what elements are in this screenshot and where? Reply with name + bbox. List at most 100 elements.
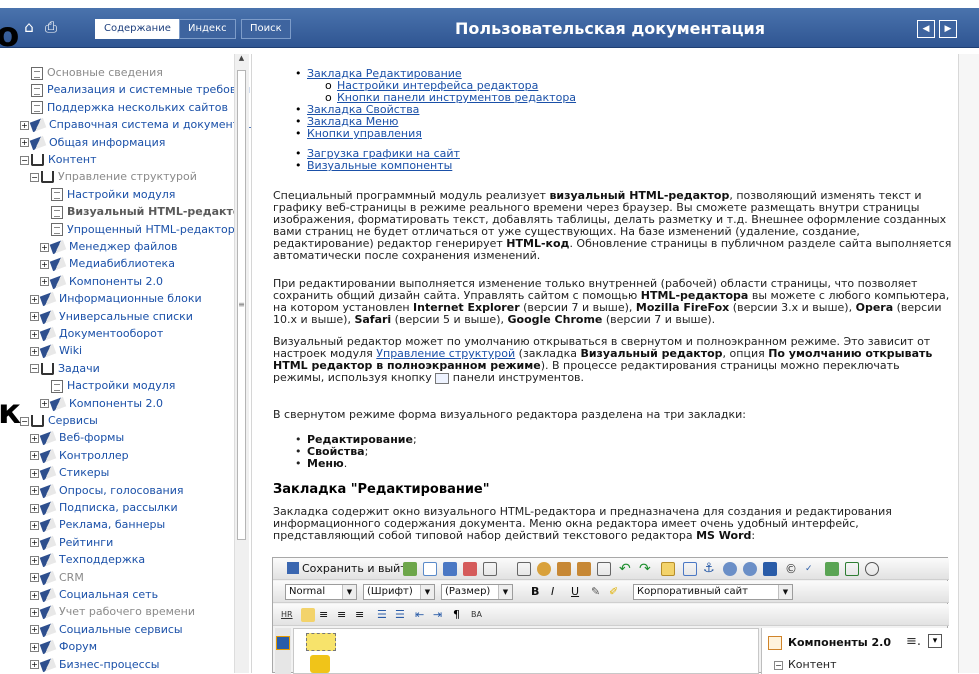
components-tree-item[interactable]: − Контент	[774, 658, 837, 671]
tree-item[interactable]: + Рейтинги	[30, 534, 113, 551]
next-page-button[interactable]: ▶	[939, 20, 957, 38]
size-select[interactable]: (Размер) ▼	[441, 584, 513, 600]
highlight-icon[interactable]: ✐	[609, 585, 623, 599]
scroll-up-icon[interactable]: ▲	[236, 54, 247, 64]
toolbar-icon[interactable]	[597, 562, 611, 576]
expand-icon[interactable]: +	[30, 451, 39, 461]
tree-item[interactable]: + Реклама, баннеры	[30, 516, 165, 533]
expand-icon[interactable]: +	[30, 486, 39, 496]
collapse-icon[interactable]: −	[774, 661, 783, 670]
expand-icon[interactable]: +	[30, 468, 39, 478]
prev-page-button[interactable]: ◀	[917, 20, 935, 38]
tree-item[interactable]: Настройки модуля	[51, 186, 175, 203]
tree-item[interactable]: + Документооборот	[30, 325, 163, 342]
editor-canvas[interactable]	[293, 628, 759, 674]
tree-item[interactable]: Упрощенный HTML-редактор	[51, 221, 235, 238]
expand-icon[interactable]: +	[30, 329, 39, 339]
expand-icon[interactable]: +	[30, 573, 39, 583]
align-right-icon[interactable]: ≡	[337, 608, 351, 622]
new-page-icon[interactable]	[423, 562, 437, 576]
unlink-icon[interactable]	[743, 562, 757, 576]
tree-item[interactable]: + Социальная сеть	[30, 586, 158, 603]
underline-button[interactable]: U	[571, 584, 579, 600]
italic-button[interactable]: I	[551, 584, 554, 600]
tab-search[interactable]: Поиск	[241, 19, 291, 39]
anchor-icon[interactable]: ⚓	[703, 562, 717, 576]
expand-icon[interactable]: +	[20, 138, 29, 148]
expand-icon[interactable]: +	[30, 433, 39, 443]
expand-icon[interactable]: +	[30, 590, 39, 600]
align-center-icon[interactable]: ≡	[319, 608, 333, 622]
tree-item[interactable]: Визуальный HTML-редактор	[51, 203, 248, 220]
expand-icon[interactable]: +	[30, 607, 39, 617]
toolbar-icon[interactable]	[845, 562, 859, 576]
expand-icon[interactable]: +	[30, 642, 39, 652]
toolbar-icon[interactable]	[403, 562, 417, 576]
expand-icon[interactable]: +	[30, 625, 39, 635]
toolbar-icon[interactable]	[865, 562, 879, 576]
tab-contents[interactable]: Содержание	[95, 19, 180, 39]
table-icon[interactable]	[683, 562, 697, 576]
expand-icon[interactable]: +	[30, 294, 39, 304]
paste-icon[interactable]	[557, 562, 571, 576]
expand-icon[interactable]: +	[20, 120, 29, 130]
template-select[interactable]: Корпоративный сайт ▼	[633, 584, 793, 600]
home-icon[interactable]: ⌂	[20, 18, 38, 36]
font-color-icon[interactable]: BA	[471, 608, 485, 622]
collapse-icon[interactable]: −	[20, 155, 29, 165]
expand-icon[interactable]: +	[40, 259, 49, 269]
redo-icon[interactable]: ↷	[639, 562, 653, 576]
justify-icon[interactable]: ≡	[355, 608, 369, 622]
link-icon[interactable]	[723, 562, 737, 576]
collapse-icon[interactable]: −	[30, 172, 39, 182]
tree-item[interactable]: − Контент	[20, 151, 97, 168]
font-select[interactable]: (Шрифт) ▼	[363, 584, 435, 600]
tree-item[interactable]: − Сервисы	[20, 412, 98, 429]
toolbar-icon[interactable]	[825, 562, 839, 576]
tree-item[interactable]: Основные сведения	[31, 64, 163, 81]
settings-icon[interactable]	[537, 562, 551, 576]
tree-item[interactable]: + Веб-формы	[30, 429, 124, 446]
tree-item[interactable]: + Техподдержка	[30, 551, 145, 568]
collapse-icon[interactable]: −	[30, 364, 39, 374]
style-select[interactable]: Normal ▼	[285, 584, 357, 600]
tree-item[interactable]: − Управление структурой	[30, 168, 197, 185]
indent-icon[interactable]: ⇥	[433, 608, 447, 622]
tree-item[interactable]: + Социальные сервисы	[30, 621, 183, 638]
hr-icon[interactable]: HR	[281, 608, 295, 622]
expand-icon[interactable]: +	[40, 399, 49, 409]
paragraph-icon[interactable]: ¶	[453, 608, 467, 622]
numbered-list-icon[interactable]: ☰	[377, 608, 391, 622]
toolbar-icon[interactable]	[517, 562, 531, 576]
undo-icon[interactable]: ↶	[619, 562, 633, 576]
expand-icon[interactable]: +	[30, 346, 39, 356]
tree-item[interactable]: − Задачи	[30, 360, 100, 377]
expand-icon[interactable]: +	[30, 660, 39, 670]
right-scrollbar[interactable]	[958, 54, 979, 673]
expand-icon[interactable]: +	[40, 242, 49, 252]
paste-word-icon[interactable]	[577, 562, 591, 576]
tree-item[interactable]: + Общая информация	[20, 134, 165, 151]
bullet-list-icon[interactable]: ☰	[395, 608, 409, 622]
outdent-icon[interactable]: ⇤	[415, 608, 429, 622]
tree-item[interactable]: + Форум	[30, 638, 97, 655]
expand-icon[interactable]: +	[30, 538, 39, 548]
expand-icon[interactable]: +	[30, 312, 39, 322]
toolbar-icon[interactable]	[661, 562, 675, 576]
spellcheck-icon[interactable]: ✓	[805, 562, 819, 576]
tree-item[interactable]: + Справочная система и документация	[20, 116, 251, 133]
bold-button[interactable]: B	[531, 584, 539, 600]
tree-item[interactable]: Реализация и системные требования	[31, 81, 251, 98]
copyright-icon[interactable]: ©	[785, 562, 799, 576]
tree-item[interactable]: + Подписка, рассылки	[30, 499, 178, 516]
tab-index[interactable]: Индекс	[179, 19, 236, 39]
tree-item[interactable]: + Бизнес-процессы	[30, 656, 159, 673]
collapse-panel-icon[interactable]: ▾	[928, 634, 942, 648]
eraser-icon[interactable]: ✎	[591, 585, 605, 599]
image-icon[interactable]	[763, 562, 777, 576]
tree-item[interactable]: + Медиабиблиотека	[40, 255, 175, 272]
tree-item[interactable]: + Wiki	[30, 342, 82, 359]
toolbar-icon[interactable]	[463, 562, 477, 576]
expand-icon[interactable]: +	[30, 555, 39, 565]
expand-icon[interactable]: +	[40, 277, 49, 287]
